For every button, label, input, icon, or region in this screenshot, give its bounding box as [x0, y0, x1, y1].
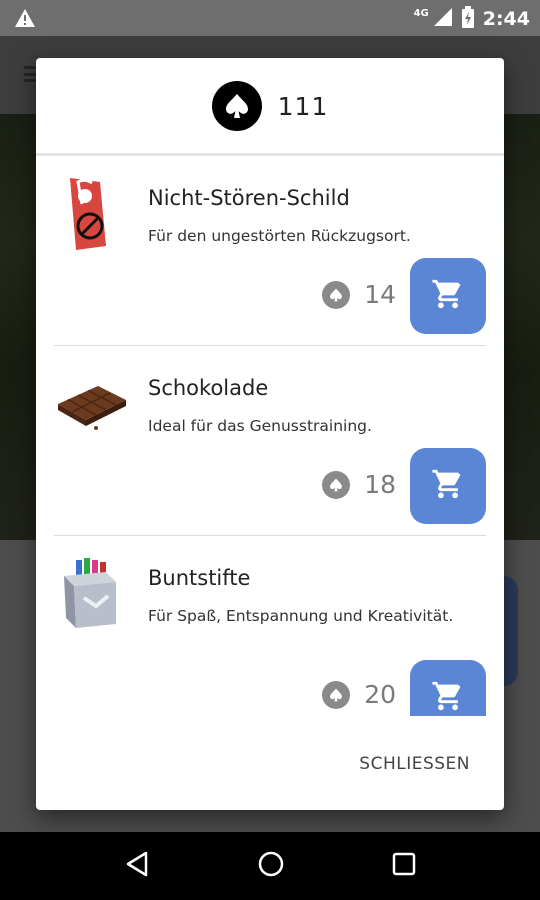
chocolate-icon [54, 364, 126, 444]
spade-coin-icon [322, 280, 351, 309]
clock: 2:44 [482, 8, 530, 30]
shop-dialog: 111 Nicht-Stören-Schild Für den ungestör… [36, 58, 504, 810]
item-price-value: 14 [364, 280, 396, 309]
item-description: Ideal für das Genusstraining. [148, 417, 372, 435]
back-icon[interactable] [124, 850, 150, 882]
item-description: Für Spaß, Entspannung und Kreativität. [148, 607, 454, 625]
item-description: Für den ungestörten Rückzugsort. [148, 227, 411, 245]
item-price: 14 [322, 280, 396, 309]
status-bar: 4G 2:44 [0, 0, 540, 36]
buy-button[interactable] [410, 660, 486, 716]
buy-button[interactable] [410, 448, 486, 524]
cart-icon [431, 277, 465, 315]
close-button[interactable]: SCHLIESSEN [359, 754, 470, 774]
signal-icon [433, 7, 453, 31]
item-name: Buntstifte [148, 566, 251, 590]
spade-coin-icon [211, 81, 262, 131]
battery-charging-icon [461, 6, 475, 32]
item-name: Schokolade [148, 376, 269, 400]
list-item: Nicht-Stören-Schild Für den ungestörten … [36, 156, 504, 346]
buy-button[interactable] [410, 258, 486, 334]
spade-coin-icon [322, 680, 351, 709]
spade-coin-icon [322, 470, 351, 499]
cart-icon [431, 467, 465, 505]
shop-item-list[interactable]: Nicht-Stören-Schild Für den ungestörten … [36, 156, 504, 716]
list-item: Schokolade Ideal für das Genusstraining.… [36, 346, 504, 536]
door-hanger-icon [54, 174, 124, 254]
dialog-header: 111 [36, 58, 504, 154]
coin-balance: 111 [277, 91, 329, 121]
home-icon[interactable] [257, 850, 285, 882]
list-item: Buntstifte Für Spaß, Entspannung und Kre… [36, 536, 504, 716]
crayons-icon [54, 554, 124, 634]
navigation-bar [0, 832, 540, 900]
item-price-value: 18 [364, 470, 396, 499]
network-type: 4G [413, 7, 429, 19]
item-price: 20 [322, 680, 396, 709]
item-price-value: 20 [364, 680, 396, 709]
cart-icon [431, 679, 465, 716]
item-name: Nicht-Stören-Schild [148, 186, 350, 210]
recents-icon[interactable] [392, 852, 416, 880]
warning-icon [14, 8, 36, 32]
item-price: 18 [322, 470, 396, 499]
